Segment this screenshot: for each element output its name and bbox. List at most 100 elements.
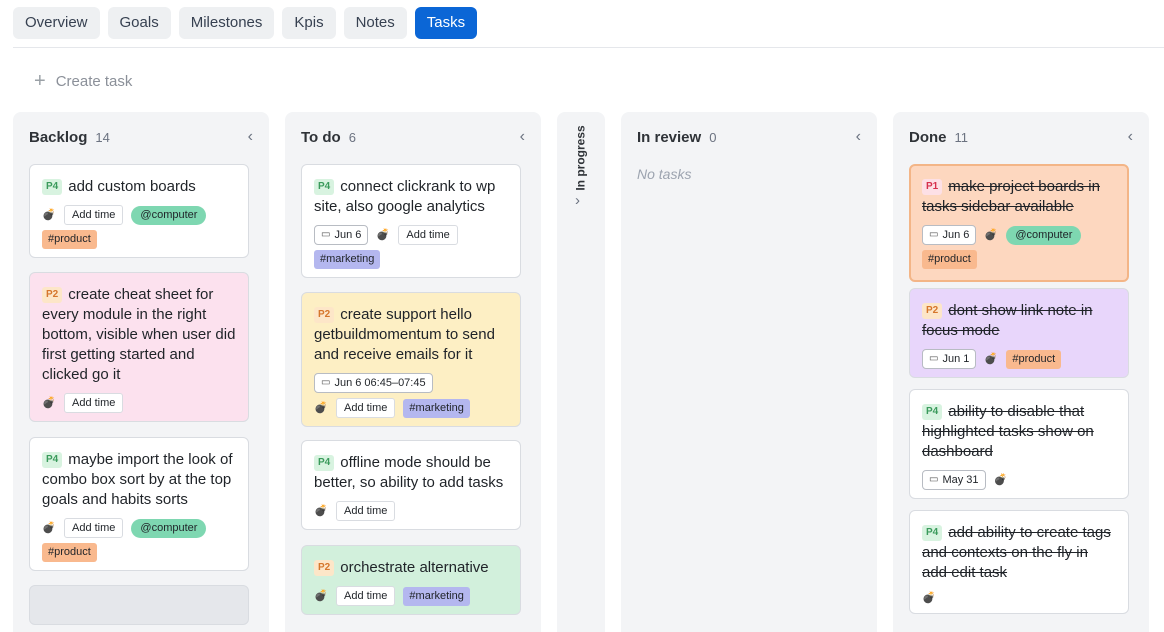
bomb-icon: 💣 <box>984 229 999 241</box>
priority-badge: P1 <box>922 179 943 195</box>
tab-overview[interactable]: Overview <box>13 7 100 39</box>
empty-state: No tasks <box>637 166 692 182</box>
due-date-chip[interactable]: ▭ Jun 1 <box>922 349 977 369</box>
task-title: add custom boards <box>68 178 196 195</box>
tab-kpis[interactable]: Kpis <box>282 7 336 39</box>
column-count: 0 <box>709 129 717 145</box>
chevron-left-icon[interactable]: ‹ <box>248 128 253 146</box>
tab-milestones[interactable]: Milestones <box>178 7 275 39</box>
priority-badge: P2 <box>314 560 335 576</box>
tag-product[interactable]: #product <box>1006 349 1062 369</box>
add-time-button[interactable]: Add time <box>336 398 396 418</box>
column-count: 6 <box>348 129 356 145</box>
bomb-icon: 💣 <box>376 229 391 241</box>
task-card[interactable]: P4 maybe import the look of combo box sor… <box>29 437 249 571</box>
context-tag[interactable]: @computer <box>131 518 207 538</box>
column-count: 14 <box>95 129 110 145</box>
tag-marketing[interactable]: #marketing <box>403 398 470 418</box>
bomb-icon: 💣 <box>993 474 1008 486</box>
column-title: To do <box>301 128 341 146</box>
tab-bar: Overview Goals Milestones Kpis Notes Tas… <box>13 7 478 39</box>
bomb-icon: 💣 <box>42 522 56 534</box>
context-tag[interactable]: @computer <box>1006 225 1082 245</box>
task-card[interactable]: P4 offline mode should be better, so abil… <box>301 440 521 530</box>
column-title: In progress <box>574 125 589 191</box>
due-date: Jun 6 <box>942 229 970 241</box>
plus-icon: + <box>34 70 46 92</box>
priority-badge: P4 <box>314 455 335 471</box>
chevron-left-icon[interactable]: ‹ <box>1128 128 1133 146</box>
due-date-chip[interactable]: ▭ Jun 6 06:45–07:45 <box>314 373 433 393</box>
tag-marketing[interactable]: #marketing <box>403 586 470 606</box>
task-card[interactable] <box>29 585 249 625</box>
bomb-icon: 💣 <box>984 353 999 365</box>
task-title: maybe import the look of combo box sort … <box>42 451 233 508</box>
column-title: Backlog <box>29 128 88 146</box>
due-date-chip[interactable]: ▭ May 31 <box>922 470 986 490</box>
task-title: create cheat sheet for every module in t… <box>42 286 236 383</box>
tab-tasks[interactable]: Tasks <box>414 7 478 39</box>
task-card[interactable]: P2 create cheat sheet for every module in… <box>29 272 249 422</box>
bomb-icon: 💣 <box>42 209 56 221</box>
tag-marketing[interactable]: #marketing <box>314 250 381 269</box>
calendar-icon: ▭ <box>929 474 939 485</box>
priority-badge: P2 <box>42 287 63 303</box>
due-date: May 31 <box>942 474 979 486</box>
create-task-label: Create task <box>55 72 133 90</box>
tab-goals[interactable]: Goals <box>107 7 171 39</box>
due-date: Jun 6 06:45–07:45 <box>334 377 426 389</box>
create-task-button[interactable]: + Create task <box>34 70 133 92</box>
add-time-button[interactable]: Add time <box>398 225 458 245</box>
calendar-icon: ▭ <box>929 229 939 240</box>
calendar-icon: ▭ <box>929 353 939 364</box>
add-time-button[interactable]: Add time <box>64 518 124 538</box>
tabs-divider <box>13 47 1164 48</box>
add-time-button[interactable]: Add time <box>64 205 124 225</box>
task-title: ability to disable that highlighted task… <box>922 403 1094 460</box>
due-date-chip[interactable]: ▭ Jun 6 <box>314 225 369 245</box>
task-card[interactable]: P4 add custom boards 💣 Add time @computer… <box>29 164 249 258</box>
chevron-left-icon[interactable]: ‹ <box>856 128 861 146</box>
priority-badge: P4 <box>922 404 943 420</box>
task-card[interactable]: P4 add ability to create tags and context… <box>909 510 1129 614</box>
context-tag[interactable]: @computer <box>131 205 207 225</box>
bomb-icon: 💣 <box>42 397 56 409</box>
task-card[interactable]: P4 ability to disable that highlighted ta… <box>909 389 1129 499</box>
bomb-icon: 💣 <box>314 402 328 414</box>
task-title: offline mode should be better, so abilit… <box>314 454 504 491</box>
column-in-review: In review 0 ‹ No tasks <box>621 112 877 632</box>
due-date: Jun 1 <box>942 353 970 365</box>
task-title: dont show link note in focus mode <box>922 302 1093 339</box>
tag-product[interactable]: #product <box>922 250 977 269</box>
bomb-icon: 💣 <box>314 505 328 517</box>
priority-badge: P4 <box>314 179 335 195</box>
due-date: Jun 6 <box>334 229 362 241</box>
task-card[interactable]: P4 connect clickrank to wp site, also goo… <box>301 164 521 278</box>
priority-badge: P4 <box>42 452 63 468</box>
task-title: connect clickrank to wp site, also googl… <box>314 178 496 215</box>
column-backlog: Backlog 14 ‹ P4 add custom boards 💣 Add t… <box>13 112 269 632</box>
due-date-chip[interactable]: ▭ Jun 6 <box>922 225 977 245</box>
task-card[interactable]: P1 make project boards in tasks sidebar a… <box>909 164 1129 282</box>
column-count: 11 <box>954 129 969 145</box>
calendar-icon: ▭ <box>321 377 331 388</box>
task-card[interactable]: P2 dont show link note in focus mode ▭ Jun… <box>909 288 1129 378</box>
column-in-progress: In progress › <box>557 112 605 632</box>
bomb-icon: 💣 <box>922 592 936 604</box>
tag-product[interactable]: #product <box>42 230 97 249</box>
priority-badge: P2 <box>314 307 335 323</box>
task-card[interactable]: P2 create support hello getbuildmomentum … <box>301 292 521 427</box>
column-done: Done 11 ‹ P1 make project boards in tasks… <box>893 112 1149 632</box>
priority-badge: P2 <box>922 303 943 319</box>
add-time-button[interactable]: Add time <box>336 586 396 606</box>
add-time-button[interactable]: Add time <box>336 501 396 521</box>
tab-notes[interactable]: Notes <box>343 7 407 39</box>
chevron-left-icon[interactable]: ‹ <box>520 128 525 146</box>
add-time-button[interactable]: Add time <box>64 393 124 413</box>
task-title: create support hello getbuildmomentum to… <box>314 306 495 363</box>
column-todo: To do 6 ‹ P4 connect clickrank to wp site… <box>285 112 541 632</box>
task-card[interactable]: P2 orchestrate alternative 💣 Add time #ma… <box>301 545 521 615</box>
priority-badge: P4 <box>42 179 63 195</box>
tag-product[interactable]: #product <box>42 543 97 562</box>
chevron-right-icon[interactable]: › <box>575 192 580 209</box>
